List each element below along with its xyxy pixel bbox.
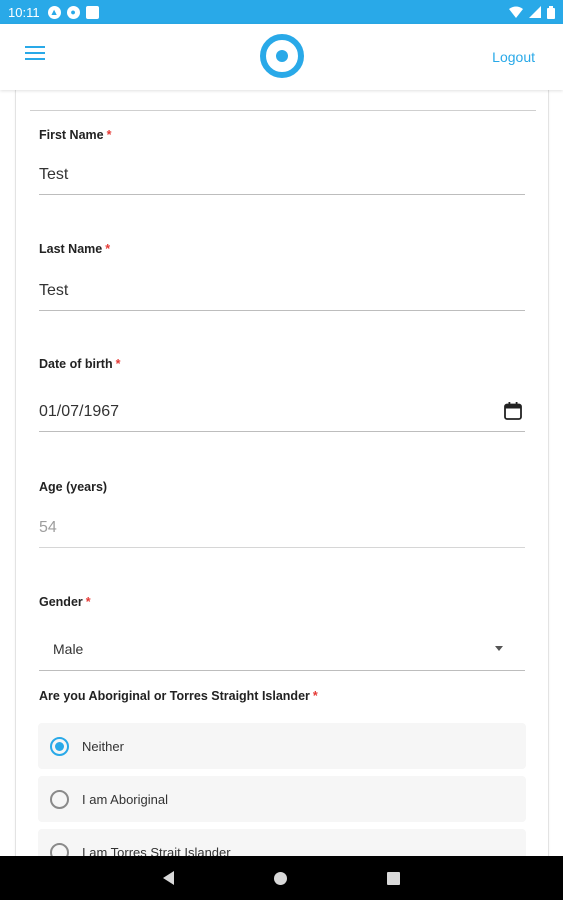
wifi-icon xyxy=(509,6,523,18)
required-mark: * xyxy=(85,595,91,609)
status-time: 10:11 xyxy=(8,4,40,20)
indigenous-status-label: Are you Aboriginal or Torres Straight Is… xyxy=(39,689,318,703)
age-value: 54 xyxy=(39,518,57,536)
app-bar: Logout xyxy=(0,24,563,90)
required-mark: * xyxy=(105,242,111,256)
dob-label-text: Date of birth xyxy=(39,357,113,371)
back-icon[interactable] xyxy=(163,871,174,885)
first-name-label: First Name * xyxy=(39,128,111,142)
first-name-field[interactable]: Test xyxy=(39,155,525,195)
required-mark: * xyxy=(115,357,121,371)
gender-label: Gender * xyxy=(39,595,91,609)
radio-option-label: Neither xyxy=(82,738,124,754)
age-field: 54 xyxy=(39,508,525,548)
navigation-icon: ▲ xyxy=(47,5,61,19)
first-name-value: Test xyxy=(39,165,69,183)
form-card: First Name * Test Last Name * Test Date of… xyxy=(15,90,549,860)
home-icon[interactable] xyxy=(274,871,287,885)
chevron-down-icon xyxy=(495,646,503,651)
dob-label: Date of birth * xyxy=(39,357,120,371)
recents-icon[interactable] xyxy=(387,871,400,885)
ring-icon: ● xyxy=(66,5,80,19)
radio-option-label: I am Aboriginal xyxy=(82,791,168,807)
radio-option-aboriginal[interactable]: I am Aboriginal xyxy=(38,776,526,822)
system-nav-bar xyxy=(0,856,563,900)
radio-checked-icon[interactable] xyxy=(50,736,69,756)
radio-option-neither[interactable]: Neither xyxy=(38,723,526,769)
last-name-label-text: Last Name xyxy=(39,242,103,256)
indigenous-status-label-text: Are you Aboriginal or Torres Straight Is… xyxy=(39,689,310,703)
required-mark: * xyxy=(106,128,112,142)
dob-field[interactable]: 01/07/1967 xyxy=(39,392,525,432)
status-bar: 10:11 ▲ ● xyxy=(0,0,563,24)
last-name-field[interactable]: Test xyxy=(39,271,525,311)
last-name-value: Test xyxy=(39,281,69,299)
signal-icon xyxy=(529,6,541,18)
battery-icon xyxy=(547,5,555,19)
gender-label-text: Gender xyxy=(39,595,83,609)
sim-card-icon xyxy=(85,5,99,19)
ring-logo xyxy=(260,34,304,78)
gender-selected-value: Male xyxy=(53,640,84,657)
dob-value: 01/07/1967 xyxy=(39,402,120,420)
hamburger-menu-icon[interactable] xyxy=(25,46,47,64)
first-name-label-text: First Name xyxy=(39,128,104,142)
divider xyxy=(30,110,536,111)
radio-unchecked-icon[interactable] xyxy=(50,789,69,809)
age-label-text: Age (years) xyxy=(39,480,108,494)
logout-button[interactable]: Logout xyxy=(492,49,535,65)
required-mark: * xyxy=(312,689,318,703)
age-label: Age (years) xyxy=(39,480,107,494)
gender-select[interactable]: Male xyxy=(39,627,525,671)
last-name-label: Last Name * xyxy=(39,242,110,256)
calendar-icon[interactable] xyxy=(503,401,523,421)
